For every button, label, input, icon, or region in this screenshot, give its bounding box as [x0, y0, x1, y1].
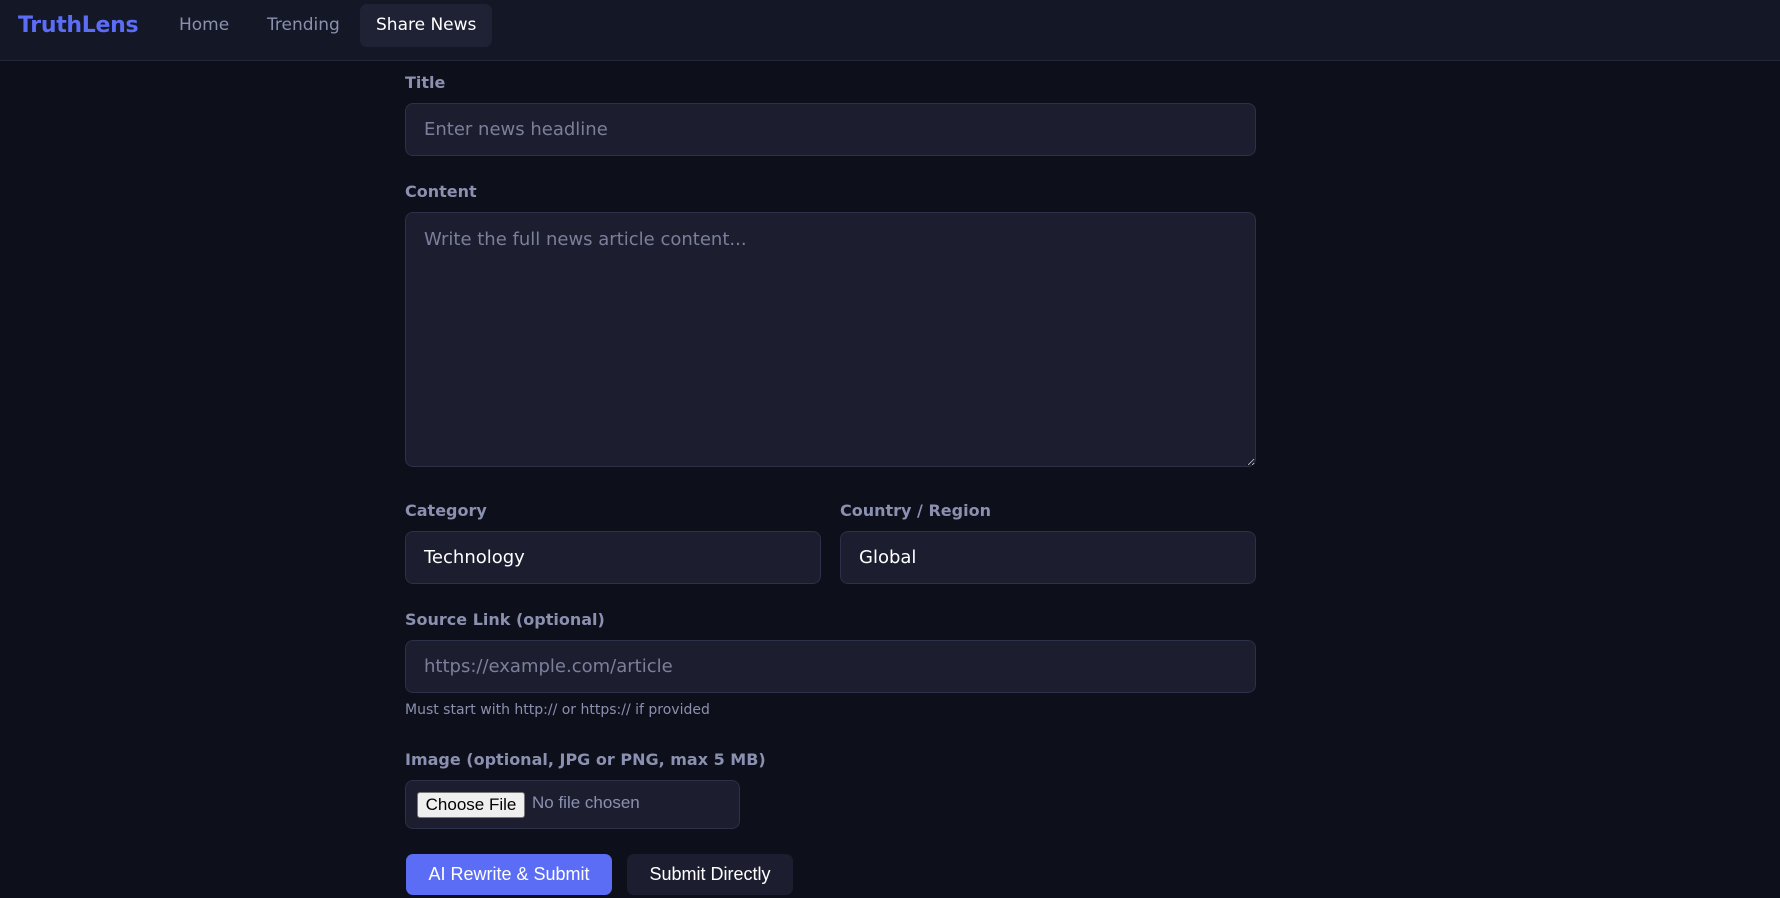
title-input[interactable] [405, 103, 1256, 156]
submit-directly-button[interactable]: Submit Directly [627, 854, 793, 895]
country-select[interactable]: Global [840, 531, 1256, 584]
category-select[interactable]: Technology [405, 531, 821, 584]
category-label: Category [405, 501, 487, 520]
source-link-input[interactable] [405, 640, 1256, 693]
content-textarea[interactable] [405, 212, 1256, 467]
title-label: Title [405, 73, 446, 92]
brand-logo[interactable]: TruthLens [18, 13, 139, 38]
choose-file-button[interactable]: Choose File [417, 792, 525, 818]
source-hint: Must start with http:// or https:// if p… [405, 702, 710, 718]
country-label: Country / Region [840, 501, 991, 520]
nav-home[interactable]: Home [163, 4, 245, 47]
nav-trending[interactable]: Trending [251, 4, 356, 47]
ai-rewrite-submit-button[interactable]: AI Rewrite & Submit [406, 854, 612, 895]
top-navbar: TruthLens Home Trending Share News [0, 0, 1780, 61]
file-status: No file chosen [532, 793, 640, 812]
source-label: Source Link (optional) [405, 610, 605, 629]
nav-share-news[interactable]: Share News [360, 4, 493, 47]
image-file-input[interactable]: Choose File No file chosen [405, 780, 740, 829]
image-label: Image (optional, JPG or PNG, max 5 MB) [405, 750, 766, 769]
content-label: Content [405, 182, 477, 201]
